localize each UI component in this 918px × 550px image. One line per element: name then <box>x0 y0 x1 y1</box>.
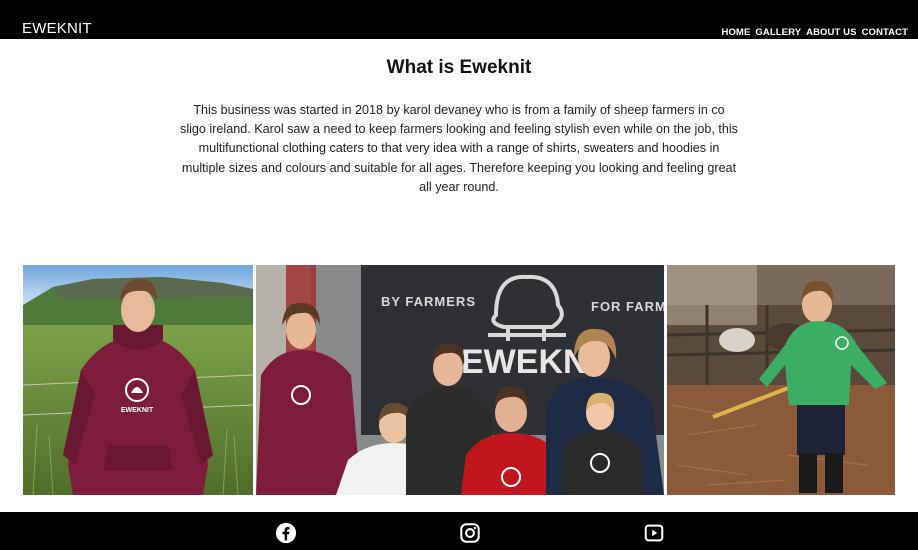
main-nav: HOME GALLERY ABOUT US CONTACT <box>721 27 908 38</box>
banner-right-text: FOR FARME <box>591 299 664 314</box>
youtube-icon[interactable] <box>643 522 665 544</box>
facebook-icon[interactable] <box>275 522 297 544</box>
hoodie-logo-text: EWEKNIT <box>121 407 154 414</box>
banner-left-text: BY FARMERS <box>381 294 476 309</box>
nav-contact-link[interactable]: CONTACT <box>862 27 908 38</box>
instagram-icon[interactable] <box>459 522 481 544</box>
nav-gallery-link[interactable]: GALLERY <box>755 27 801 38</box>
intro-paragraph: This business was started in 2018 by kar… <box>180 103 738 194</box>
brand-logo[interactable]: EWEKNIT <box>22 20 92 37</box>
nav-about-us-link[interactable]: ABOUT US <box>806 27 856 38</box>
gallery-photo-group-banner[interactable]: BY FARMERS FOR FARME EWEKNI <box>256 265 664 495</box>
gallery-photo-man-maroon-hoodie[interactable]: EWEKNIT <box>23 265 253 495</box>
site-header: EWEKNIT HOME GALLERY ABOUT US CONTACT <box>0 0 918 39</box>
site-footer <box>0 512 918 550</box>
nav-home-link[interactable]: HOME <box>721 27 750 38</box>
photo-gallery: EWEKNIT BY FARMERS FOR FARME EWEKNI <box>0 265 918 495</box>
gallery-photo-boy-barn[interactable] <box>667 265 895 495</box>
page-title: What is Eweknit <box>386 57 532 78</box>
